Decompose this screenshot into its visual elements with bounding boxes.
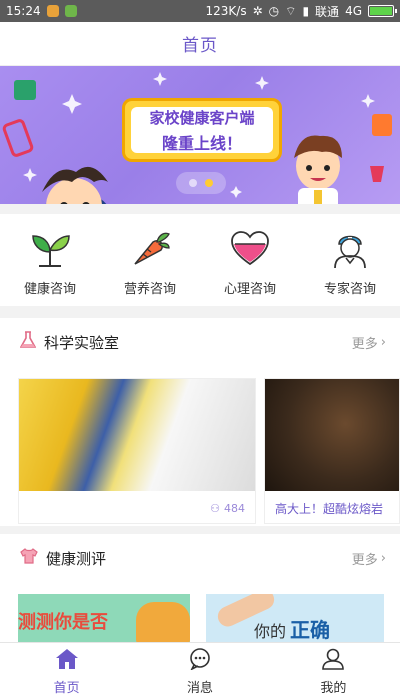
more-link[interactable]: 更多 › bbox=[352, 549, 386, 568]
health-eval-section: 健康测评 更多 › 测测你是否 你的 正确 bbox=[0, 534, 400, 644]
heart-icon bbox=[229, 228, 271, 270]
lab-card-meta: 高大上！超酷炫熔岩 bbox=[265, 491, 399, 523]
eval-card[interactable]: 你的 正确 bbox=[206, 594, 384, 644]
alarm-icon: ◷ bbox=[268, 4, 280, 18]
flask-icon bbox=[19, 331, 37, 353]
chat-bubble-icon bbox=[188, 647, 212, 674]
bottom-tab-bar: 首页 消息 我的 bbox=[0, 642, 400, 700]
title-bar: 首页 bbox=[0, 22, 400, 66]
category-label: 心理咨询 bbox=[223, 282, 276, 297]
network-speed: 123K/s bbox=[205, 4, 247, 18]
doctor-icon bbox=[329, 228, 371, 270]
pagination-dot[interactable] bbox=[189, 179, 197, 187]
category-nutrition[interactable]: 营养咨询 bbox=[100, 214, 200, 306]
wifi-icon: ⌔ bbox=[285, 3, 297, 18]
section-title: 健康测评 bbox=[46, 549, 107, 568]
chevron-right-icon: › bbox=[380, 334, 386, 350]
banner-headline: 家校健康客户端 bbox=[149, 108, 255, 127]
banner-subheadline: 隆重上线！ bbox=[161, 133, 242, 153]
category-label: 健康咨询 bbox=[23, 282, 76, 297]
carrier-label: 联通 bbox=[315, 4, 340, 19]
category-grid: 健康咨询 营养咨询 心理咨询 专家咨询 bbox=[0, 214, 400, 306]
view-count: ⚇ 484 bbox=[210, 502, 245, 515]
tab-profile[interactable]: 我的 bbox=[267, 643, 400, 700]
lab-card-image bbox=[19, 379, 255, 491]
page-title: 首页 bbox=[182, 36, 218, 56]
view-count-value: 484 bbox=[224, 501, 245, 515]
category-expert[interactable]: 专家咨询 bbox=[300, 214, 400, 306]
chevron-right-icon: › bbox=[380, 550, 386, 566]
section-header: 科学实验室 更多 › bbox=[0, 318, 400, 366]
sprout-icon bbox=[29, 228, 71, 270]
more-label: 更多 bbox=[351, 336, 378, 352]
section-title: 科学实验室 bbox=[44, 333, 120, 352]
category-psychology[interactable]: 心理咨询 bbox=[200, 214, 300, 306]
lab-card-image bbox=[265, 379, 399, 491]
lab-card[interactable]: ⚇ 484 bbox=[18, 378, 256, 524]
lab-card-caption: 高大上！超酷炫熔岩 bbox=[275, 501, 384, 516]
tab-label: 首页 bbox=[53, 680, 80, 696]
battery-icon bbox=[368, 5, 397, 17]
banner-pagination bbox=[176, 172, 226, 194]
home-icon bbox=[55, 648, 79, 674]
tab-label: 消息 bbox=[186, 680, 213, 696]
app-notification-icon bbox=[46, 5, 59, 17]
eval-card[interactable]: 测测你是否 bbox=[18, 594, 190, 644]
giraffe-illustration bbox=[136, 602, 190, 644]
science-lab-section: 科学实验室 更多 › ⚇ 484 高大上！超酷炫熔岩 bbox=[0, 318, 400, 526]
view-icon: ⚇ bbox=[210, 501, 220, 515]
tab-label: 我的 bbox=[320, 680, 347, 696]
app-notification-icon bbox=[64, 5, 77, 17]
more-link[interactable]: 更多 › bbox=[352, 333, 386, 352]
lab-card[interactable]: 高大上！超酷炫熔岩 bbox=[264, 378, 400, 524]
category-label: 营养咨询 bbox=[123, 282, 176, 297]
more-label: 更多 bbox=[351, 552, 378, 568]
tab-home[interactable]: 首页 bbox=[0, 643, 133, 700]
status-time: 15:24 bbox=[6, 4, 41, 18]
category-label: 专家咨询 bbox=[323, 282, 376, 297]
bluetooth-icon: ✲ bbox=[252, 4, 263, 18]
shirt-icon bbox=[20, 548, 38, 568]
section-header: 健康测评 更多 › bbox=[0, 534, 400, 582]
eval-card-text: 测测你是否 bbox=[18, 612, 108, 633]
network-type: 4G bbox=[345, 4, 362, 18]
status-bar: 15:24 123K/s ✲ ◷ ⌔ ▮ 联通 4G bbox=[0, 0, 400, 22]
user-icon bbox=[321, 648, 345, 674]
lab-card-meta: ⚇ 484 bbox=[19, 491, 255, 523]
tab-messages[interactable]: 消息 bbox=[133, 643, 266, 700]
carrot-icon bbox=[129, 228, 171, 270]
pagination-dot-active[interactable] bbox=[205, 179, 213, 187]
signal-icon: ▮ bbox=[302, 4, 310, 18]
category-health[interactable]: 健康咨询 bbox=[0, 214, 100, 306]
eval-card-text: 你的 正确 bbox=[254, 618, 331, 642]
banner-sign: 家校健康客户端 隆重上线！ bbox=[122, 98, 282, 162]
